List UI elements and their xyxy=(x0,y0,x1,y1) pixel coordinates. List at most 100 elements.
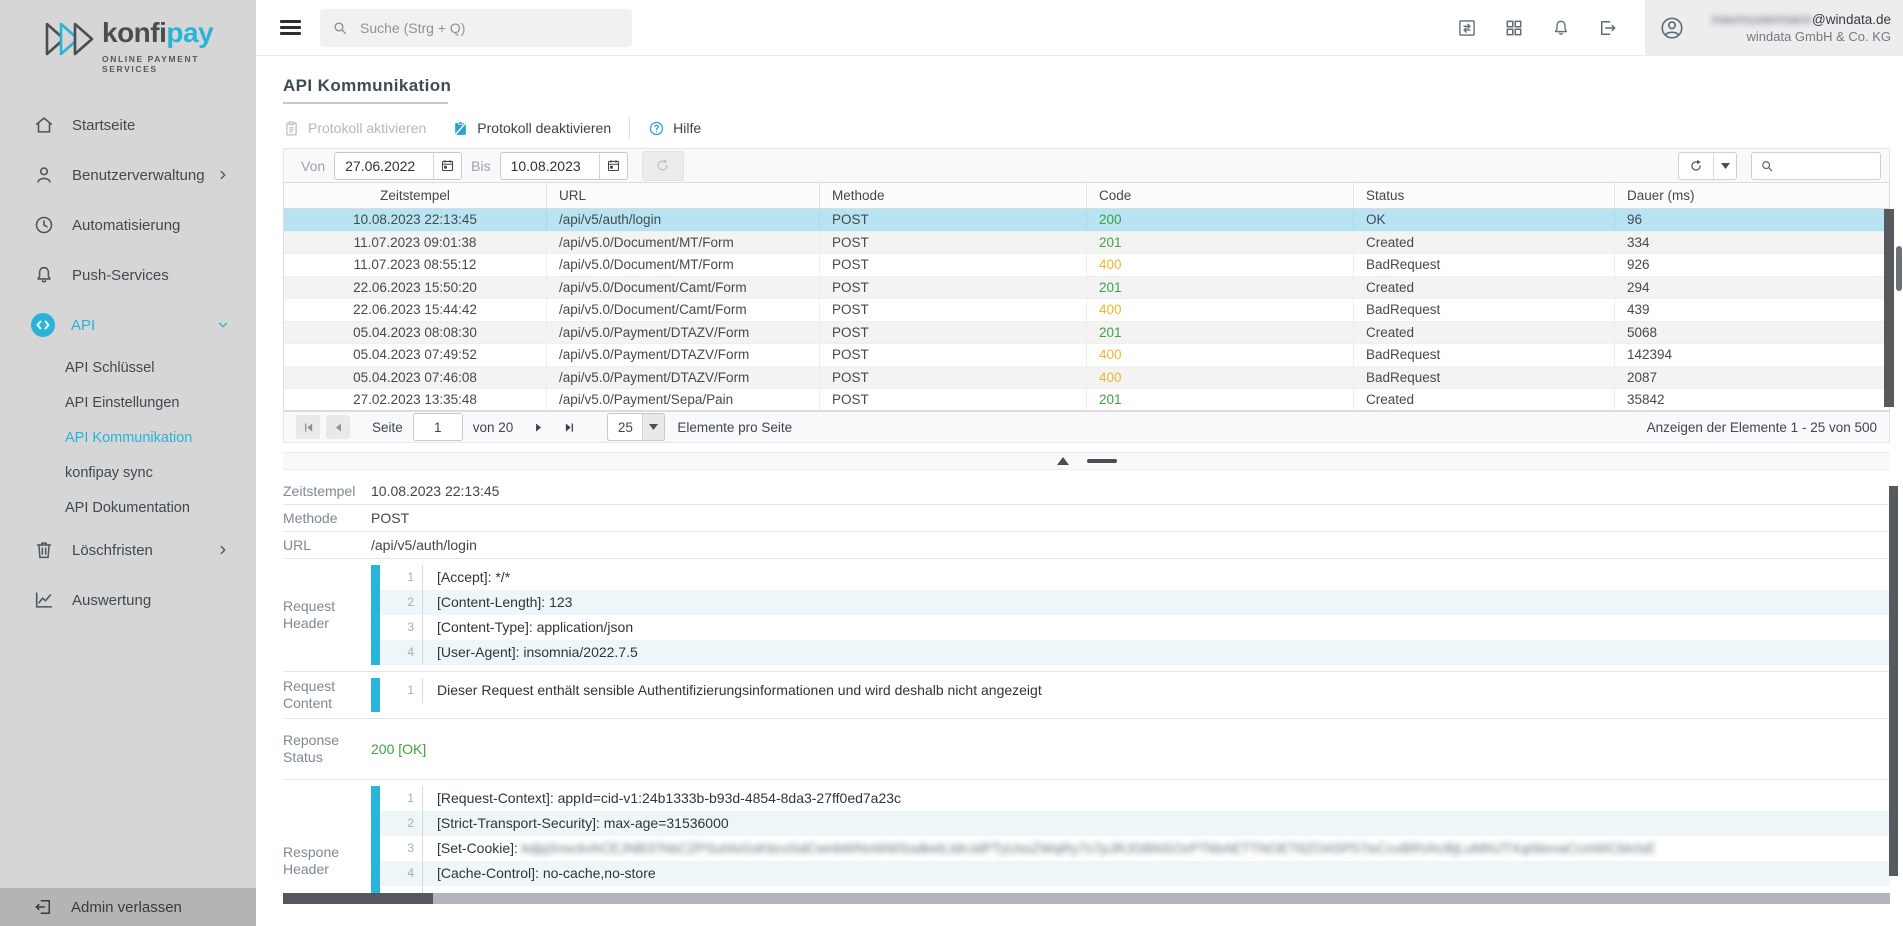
sidebar-item-label: Push-Services xyxy=(72,267,230,284)
grid-refresh-icon[interactable] xyxy=(1679,153,1713,179)
detail-horizontal-scrollbar[interactable] xyxy=(283,893,1890,904)
cell-dauer: 439 xyxy=(1615,299,1889,321)
table-row[interactable]: 11.07.2023 09:01:38/api/v5.0/Document/MT… xyxy=(284,232,1889,255)
column-header-methode[interactable]: Methode xyxy=(820,183,1087,208)
hilfe-button[interactable]: Hilfe xyxy=(648,120,701,137)
detail-horizontal-scrollbar-thumb[interactable] xyxy=(283,893,433,904)
detail-block-respone-header: Respone Header1[Request-Context]: appId=… xyxy=(283,780,1890,893)
bis-date-input[interactable] xyxy=(501,153,599,179)
window-swap-icon[interactable] xyxy=(1457,18,1477,38)
sidebar-subitem-api-einstellungen[interactable]: API Einstellungen xyxy=(0,385,256,420)
code-line: 2[Strict-Transport-Security]: max-age=31… xyxy=(380,811,1890,836)
sidebar-item-automatisierung[interactable]: Automatisierung xyxy=(0,200,256,250)
clock-icon xyxy=(33,214,55,236)
detail-block-label: Request Content xyxy=(283,678,371,712)
code-line: 5[Pragma]: no-cache xyxy=(380,886,1890,893)
page-size-select[interactable]: 25 xyxy=(607,413,665,441)
column-header-code[interactable]: Code xyxy=(1087,183,1354,208)
home-icon xyxy=(33,114,55,136)
bis-calendar-icon[interactable] xyxy=(599,153,627,179)
collapse-up-icon[interactable] xyxy=(1057,457,1069,465)
menu-hamburger-icon[interactable] xyxy=(280,20,301,35)
page-scrollbar-thumb[interactable] xyxy=(1896,246,1902,291)
code-accent-bar xyxy=(371,786,380,893)
api-icon xyxy=(30,312,56,338)
chevron-down-icon xyxy=(216,318,230,332)
page-count-label: von 20 xyxy=(473,420,514,435)
splitter-drag-handle[interactable] xyxy=(1087,459,1117,463)
apps-grid-icon[interactable] xyxy=(1504,18,1524,38)
next-page-button[interactable] xyxy=(532,421,545,434)
cell-zeitstempel: 05.04.2023 07:46:08 xyxy=(284,367,547,389)
prev-page-button[interactable] xyxy=(326,415,350,439)
von-calendar-icon[interactable] xyxy=(433,153,461,179)
grid-search-box[interactable] xyxy=(1751,152,1881,180)
protokoll-aktivieren-label: Protokoll aktivieren xyxy=(308,120,426,136)
admin-verlassen-label: Admin verlassen xyxy=(71,899,182,916)
table-row[interactable]: 22.06.2023 15:50:20/api/v5.0/Document/Ca… xyxy=(284,277,1889,300)
trash-icon xyxy=(33,539,55,561)
code-lines: 1[Request-Context]: appId=cid-v1:24b1333… xyxy=(380,786,1890,893)
cell-dauer: 334 xyxy=(1615,232,1889,254)
page-title: API Kommunikation xyxy=(283,76,451,96)
sidebar-item-startseite[interactable]: Startseite xyxy=(0,100,256,150)
sidebar-item-label: Startseite xyxy=(72,117,230,134)
filter-bar: Von Bis xyxy=(283,148,1890,182)
sidebar-subitem-api-schlüssel[interactable]: API Schlüssel xyxy=(0,350,256,385)
search-input[interactable] xyxy=(358,19,620,37)
column-header-url[interactable]: URL xyxy=(547,183,820,208)
global-search[interactable] xyxy=(320,9,632,47)
table-row[interactable]: 05.04.2023 08:08:30/api/v5.0/Payment/DTA… xyxy=(284,322,1889,345)
cell-url: /api/v5.0/Document/MT/Form xyxy=(547,254,820,276)
sidebar-subitem-api-dokumentation[interactable]: API Dokumentation xyxy=(0,490,256,525)
detail-block-request-content: Request Content1Dieser Request enthält s… xyxy=(283,672,1890,719)
code-line: 3[Set-Cookie]: kdjqSnxckvhCEJNB37hbCZPSu… xyxy=(380,836,1890,861)
konfipay-app: konfipay ONLINE PAYMENT SERVICES Startse… xyxy=(0,0,1903,926)
protokoll-aktivieren-button[interactable]: Protokoll aktivieren xyxy=(283,120,426,137)
table-row[interactable]: 11.07.2023 08:55:12/api/v5.0/Document/MT… xyxy=(284,254,1889,277)
notifications-bell-icon[interactable] xyxy=(1551,18,1571,38)
sidebar-item-label: Automatisierung xyxy=(72,217,230,234)
sidebar-item-löschfristen[interactable]: Löschfristen xyxy=(0,525,256,575)
sidebar-item-api[interactable]: API xyxy=(0,300,256,350)
first-page-button[interactable] xyxy=(296,415,320,439)
filter-right-group xyxy=(1678,152,1881,180)
cell-status: Created xyxy=(1354,277,1615,299)
sidebar-item-auswertung[interactable]: Auswertung xyxy=(0,575,256,625)
sidebar-item-label: API Schlüssel xyxy=(65,360,230,376)
line-number: 1 xyxy=(380,786,423,811)
table-scrollbar[interactable] xyxy=(1884,209,1894,407)
table-body: 10.08.2023 22:13:45/api/v5/auth/loginPOS… xyxy=(284,209,1889,411)
table-row[interactable]: 05.04.2023 07:46:08/api/v5.0/Payment/DTA… xyxy=(284,367,1889,390)
panel-splitter xyxy=(283,452,1890,470)
grid-search-input[interactable] xyxy=(1780,157,1872,174)
column-header-status[interactable]: Status xyxy=(1354,183,1615,208)
column-header-dauer-ms-[interactable]: Dauer (ms) xyxy=(1615,183,1889,208)
sidebar-subitem-api-kommunikation[interactable]: API Kommunikation xyxy=(0,420,256,455)
table-row[interactable]: 05.04.2023 07:49:52/api/v5.0/Payment/DTA… xyxy=(284,344,1889,367)
table-row[interactable]: 22.06.2023 15:44:42/api/v5.0/Document/Ca… xyxy=(284,299,1889,322)
table-row[interactable]: 27.02.2023 13:35:48/api/v5.0/Payment/Sep… xyxy=(284,389,1889,411)
konfipay-logo: konfipay ONLINE PAYMENT SERVICES xyxy=(44,16,256,74)
admin-verlassen-button[interactable]: Admin verlassen xyxy=(0,888,256,926)
table-header-row: ZeitstempelURLMethodeCodeStatusDauer (ms… xyxy=(284,183,1889,209)
von-date-input[interactable] xyxy=(335,153,433,179)
cell-url: /api/v5.0/Document/MT/Form xyxy=(547,232,820,254)
page-number-input[interactable] xyxy=(413,413,463,441)
user-panel[interactable]: maxmustermann@windata.de windata GmbH & … xyxy=(1645,0,1903,56)
table-row[interactable]: 10.08.2023 22:13:45/api/v5/auth/loginPOS… xyxy=(284,209,1889,232)
sidebar-item-benutzerverwaltung[interactable]: Benutzerverwaltung xyxy=(0,150,256,200)
sidebar-subitem-konfipay-sync[interactable]: konfipay sync xyxy=(0,455,256,490)
protokoll-deaktivieren-button[interactable]: Protokoll deaktivieren xyxy=(452,120,611,137)
sidebar-item-push-services[interactable]: Push-Services xyxy=(0,250,256,300)
logout-icon[interactable] xyxy=(1598,18,1618,38)
sidebar-item-label: API xyxy=(71,317,216,334)
refresh-caret-down-icon[interactable] xyxy=(1713,153,1736,179)
column-header-zeitstempel[interactable]: Zeitstempel xyxy=(284,183,547,208)
detail-field-value: 10.08.2023 22:13:45 xyxy=(371,483,499,499)
detail-scrollbar[interactable] xyxy=(1889,486,1898,876)
last-page-button[interactable] xyxy=(563,421,576,434)
topbar: maxmustermann@windata.de windata GmbH & … xyxy=(256,0,1903,56)
cell-dauer: 142394 xyxy=(1615,344,1889,366)
apply-filter-button[interactable] xyxy=(642,151,684,181)
